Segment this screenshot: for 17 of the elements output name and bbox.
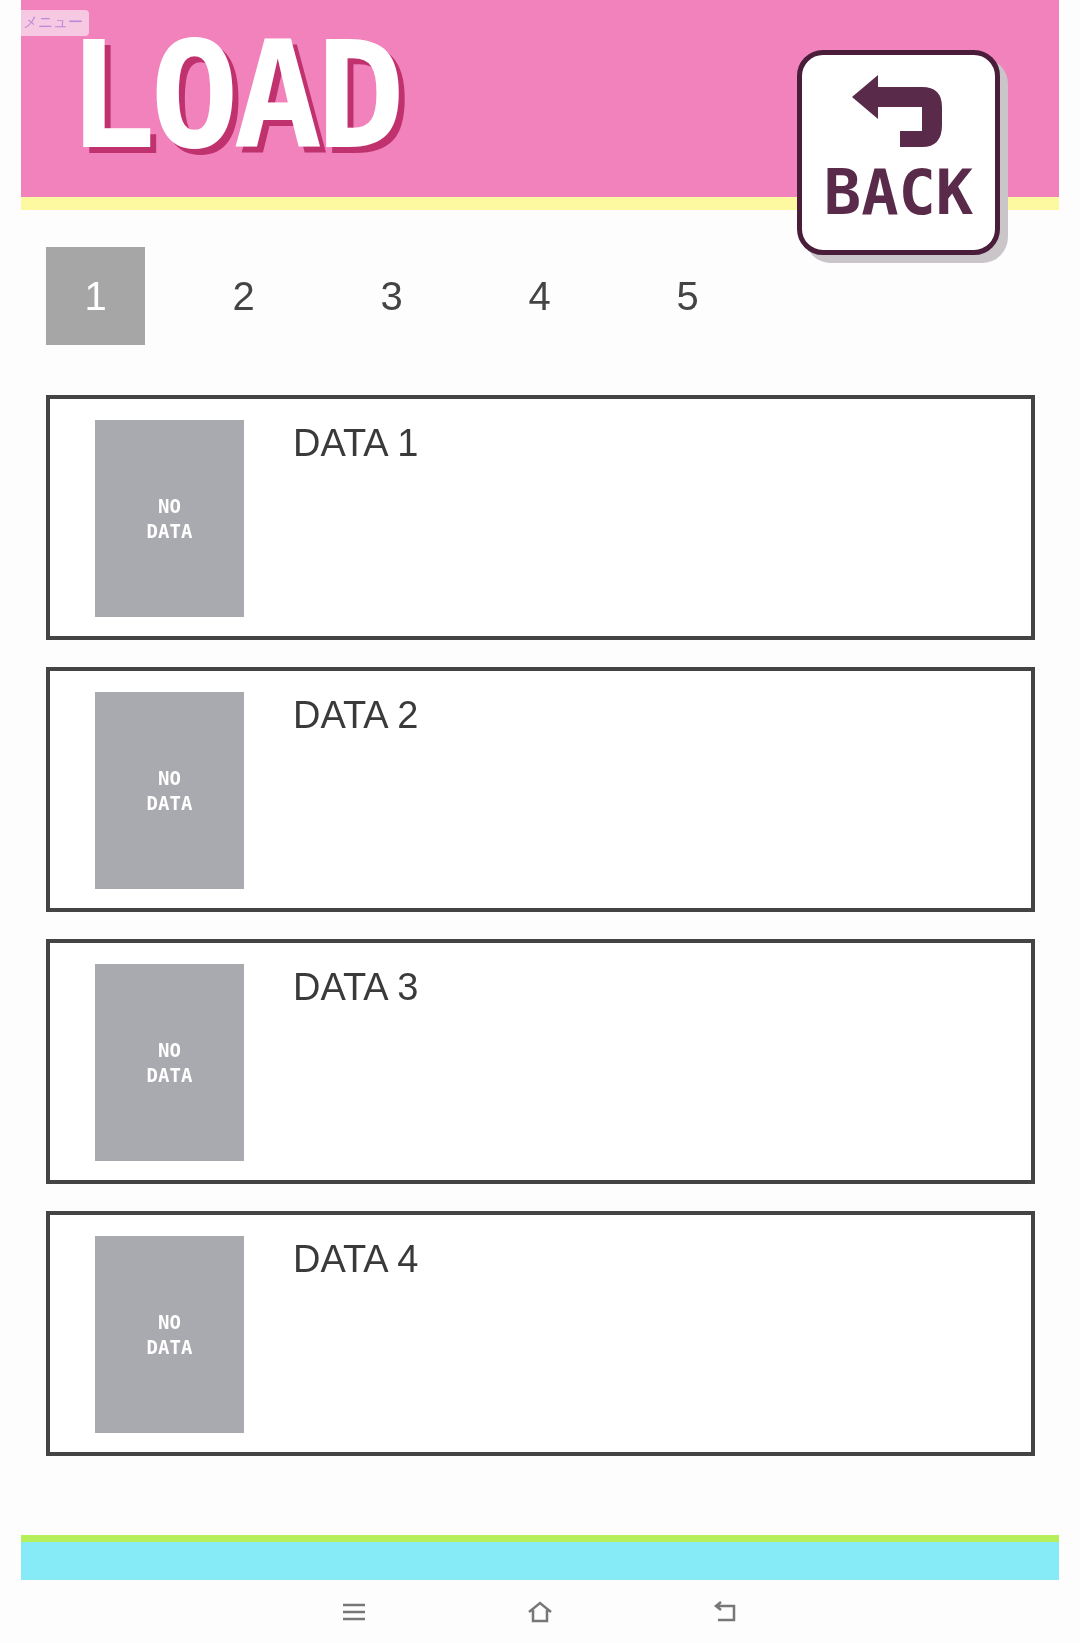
no-data-text: NO DATA — [145, 1309, 194, 1360]
slot-title: DATA 1 — [293, 422, 419, 465]
save-slot[interactable]: NO DATA DATA 4 — [46, 1211, 1035, 1456]
no-data-text: NO DATA — [145, 493, 194, 544]
save-slot[interactable]: NO DATA DATA 2 — [46, 667, 1035, 912]
slot-title: DATA 2 — [293, 694, 419, 737]
page-tab[interactable]: 2 — [194, 247, 293, 345]
page-tab[interactable]: 5 — [638, 247, 737, 345]
no-data-text: NO DATA — [145, 765, 194, 816]
home-icon[interactable] — [527, 1599, 553, 1624]
no-data-text: NO DATA — [145, 1037, 194, 1088]
save-slot[interactable]: NO DATA DATA 3 — [46, 939, 1035, 1184]
slot-title: DATA 4 — [293, 1238, 419, 1281]
page-tab[interactable]: 3 — [342, 247, 441, 345]
page-tab[interactable]: 4 — [490, 247, 589, 345]
slot-title: DATA 3 — [293, 966, 419, 1009]
save-slot[interactable]: NO DATA DATA 1 — [46, 395, 1035, 640]
